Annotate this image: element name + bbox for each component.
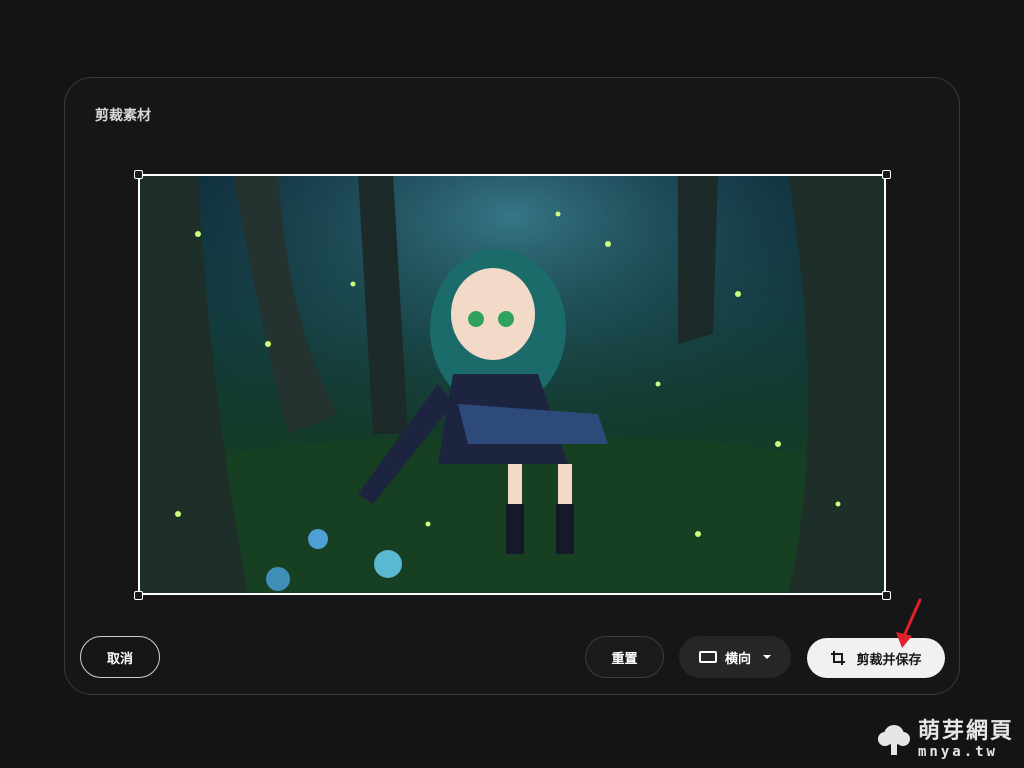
cancel-button[interactable]: 取消 [80,636,160,678]
crop-handle-top-left[interactable] [134,170,143,179]
crop-dialog: 剪裁素材 取消 重置 横向 剪裁并保存 [64,77,960,695]
orientation-label: 横向 [724,651,751,667]
annotation-arrow-icon [896,598,922,648]
landscape-rect-icon [698,651,717,663]
reset-button[interactable]: 重置 [585,636,664,678]
watermark: 萌芽網頁 mnya.tw [876,720,1014,760]
watermark-name: 萌芽網頁 [917,719,1014,744]
dialog-title: 剪裁素材 [95,108,151,124]
cancel-label: 取消 [106,651,133,667]
crop-handle-top-right[interactable] [882,170,891,179]
watermark-url: mnya.tw [917,744,998,760]
orientation-dropdown[interactable]: 横向 [679,636,791,678]
chevron-down-icon [763,655,771,659]
crop-icon [831,651,846,665]
reset-label: 重置 [611,651,638,667]
tree-logo-icon [877,725,910,755]
crop-image[interactable] [138,174,886,595]
crop-handle-bottom-left[interactable] [134,591,143,600]
forest-illustration [138,174,886,595]
